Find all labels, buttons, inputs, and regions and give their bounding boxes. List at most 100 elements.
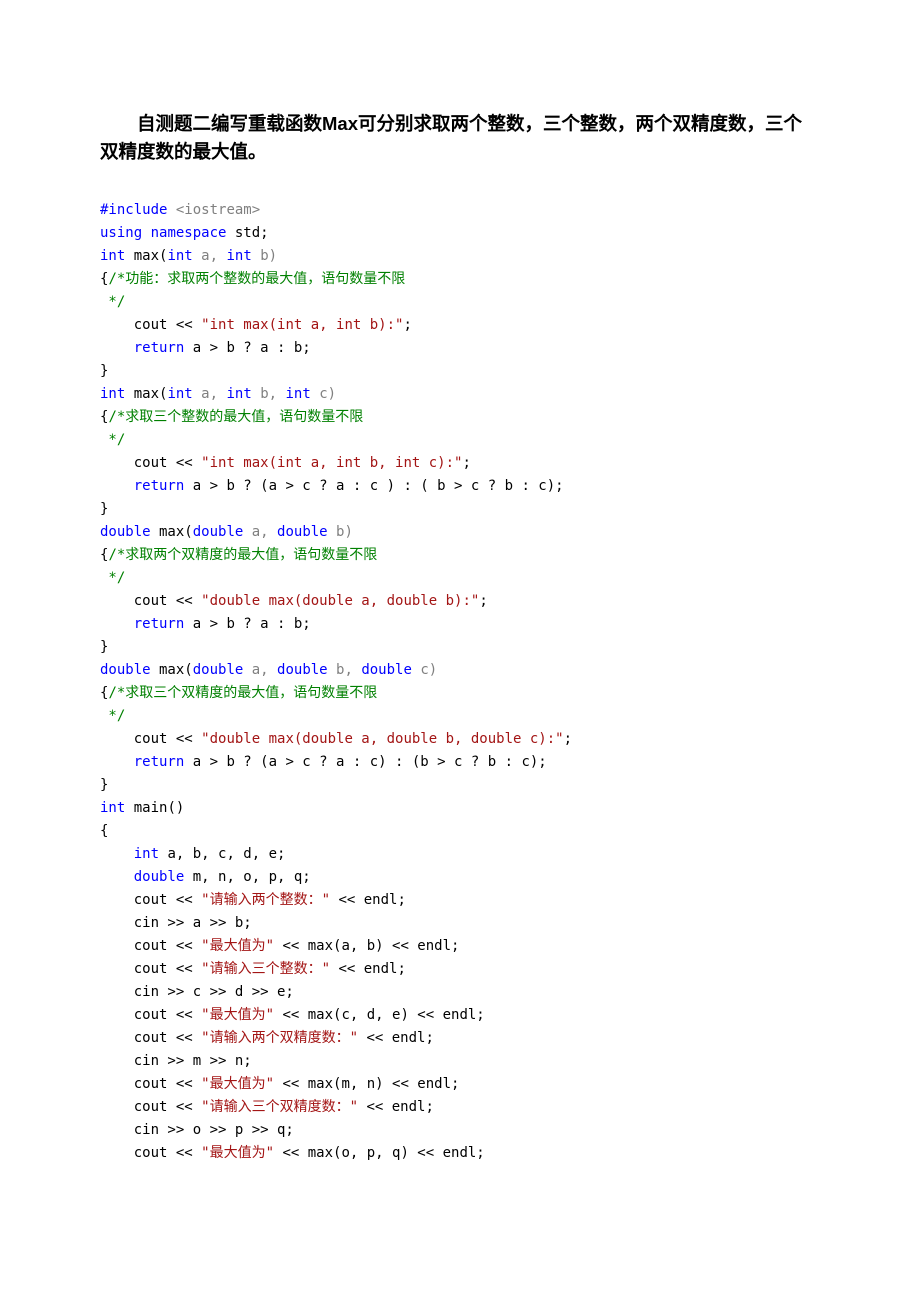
code-text: /*功能：求取两个整数的最大值，语句数量不限 [108, 271, 405, 287]
code-text: double [193, 662, 244, 678]
code-text: "最大值为" [201, 1007, 274, 1023]
code-text: <iostream> [167, 202, 260, 218]
code-text: cin >> a >> b; [100, 915, 252, 931]
code-text: << endl; [330, 961, 406, 977]
code-text: int [285, 386, 310, 402]
code-text: "请输入两个双精度数：" [201, 1030, 358, 1046]
code-text: } [100, 639, 108, 655]
code-text: a > b ? (a > c ? a : c) : (b > c ? b : c… [184, 754, 546, 770]
code-text [100, 478, 134, 494]
code-text: << max(a, b) << endl; [274, 938, 459, 954]
code-text: max( [151, 662, 193, 678]
code-text: cin >> c >> d >> e; [100, 984, 294, 1000]
code-text: a > b ? a : b; [184, 616, 310, 632]
code-text: "最大值为" [201, 1145, 274, 1161]
code-text: << endl; [358, 1030, 434, 1046]
code-text: << endl; [330, 892, 406, 908]
code-text: ; [564, 731, 572, 747]
code-text: int [167, 386, 192, 402]
code-text: max( [151, 524, 193, 540]
code-text: c) [311, 386, 336, 402]
code-text: } [100, 501, 108, 517]
code-text: main() [125, 800, 184, 816]
code-text: cin >> o >> p >> q; [100, 1122, 294, 1138]
code-text: << endl; [358, 1099, 434, 1115]
code-text [100, 869, 134, 885]
code-text: using [100, 225, 142, 241]
code-text: "最大值为" [201, 1076, 274, 1092]
code-text: return [134, 616, 185, 632]
code-text: double [100, 524, 151, 540]
code-text: double [193, 524, 244, 540]
code-text: cout << [100, 1145, 201, 1161]
code-block: #include <iostream> using namespace std;… [100, 176, 820, 1165]
code-text: */ [100, 708, 125, 724]
code-text: return [134, 478, 185, 494]
code-text: cout << [100, 1076, 201, 1092]
code-text: cout << [100, 455, 201, 471]
code-text: /*求取两个双精度的最大值，语句数量不限 [108, 547, 377, 563]
code-text: "int max(int a, int b):" [201, 317, 403, 333]
code-text: "请输入两个整数：" [201, 892, 330, 908]
code-text: return [134, 340, 185, 356]
code-text: int [100, 248, 125, 264]
code-text: */ [100, 432, 125, 448]
code-text: c) [412, 662, 437, 678]
code-text: cout << [100, 961, 201, 977]
code-text: { [100, 823, 108, 839]
code-text: b, [252, 386, 286, 402]
code-text: double [277, 662, 328, 678]
code-text: max( [125, 248, 167, 264]
code-text: "double max(double a, double b, double c… [201, 731, 563, 747]
code-text: a > b ? a : b; [184, 340, 310, 356]
code-text: int [100, 800, 125, 816]
code-text: ; [403, 317, 411, 333]
code-text: b, [328, 662, 362, 678]
code-text: int [167, 248, 192, 264]
code-text [100, 754, 134, 770]
code-text: cout << [100, 1007, 201, 1023]
code-text: cout << [100, 892, 201, 908]
code-text: a, [243, 662, 277, 678]
code-text: int [100, 386, 125, 402]
code-text: namespace [142, 225, 226, 241]
code-text: b) [252, 248, 277, 264]
code-text: */ [100, 570, 125, 586]
code-text: cout << [100, 1030, 201, 1046]
code-text: int [226, 386, 251, 402]
code-text: "int max(int a, int b, int c):" [201, 455, 462, 471]
code-text: cout << [100, 731, 201, 747]
code-text: int [226, 248, 251, 264]
code-text: return [134, 754, 185, 770]
code-text: #include [100, 202, 167, 218]
code-text [100, 340, 134, 356]
code-text: cout << [100, 1099, 201, 1115]
code-text: a > b ? (a > c ? a : c ) : ( b > c ? b :… [184, 478, 563, 494]
code-text [100, 846, 134, 862]
code-text [100, 616, 134, 632]
document-title: 自测题二编写重载函数Max可分别求取两个整数，三个整数，两个双精度数，三个双精度… [63, 110, 820, 166]
code-text: } [100, 363, 108, 379]
code-text: a, [193, 248, 227, 264]
code-text: */ [100, 294, 125, 310]
code-text: "最大值为" [201, 938, 274, 954]
code-text: max( [125, 386, 167, 402]
code-text: double [277, 524, 328, 540]
code-text: } [100, 777, 108, 793]
code-text: /*求取三个双精度的最大值，语句数量不限 [108, 685, 377, 701]
code-text: int [134, 846, 159, 862]
code-text: cout << [100, 317, 201, 333]
code-text: a, [243, 524, 277, 540]
code-text: cin >> m >> n; [100, 1053, 252, 1069]
code-text: << max(c, d, e) << endl; [274, 1007, 485, 1023]
code-text: "请输入三个整数：" [201, 961, 330, 977]
code-text: cout << [100, 938, 201, 954]
document-page: 自测题二编写重载函数Max可分别求取两个整数，三个整数，两个双精度数，三个双精度… [0, 0, 920, 1302]
code-text: a, b, c, d, e; [159, 846, 285, 862]
code-text: << max(o, p, q) << endl; [274, 1145, 485, 1161]
code-text: /*求取三个整数的最大值，语句数量不限 [108, 409, 363, 425]
code-text: cout << [100, 593, 201, 609]
code-text: m, n, o, p, q; [184, 869, 310, 885]
code-text: double [134, 869, 185, 885]
code-text: a, [193, 386, 227, 402]
